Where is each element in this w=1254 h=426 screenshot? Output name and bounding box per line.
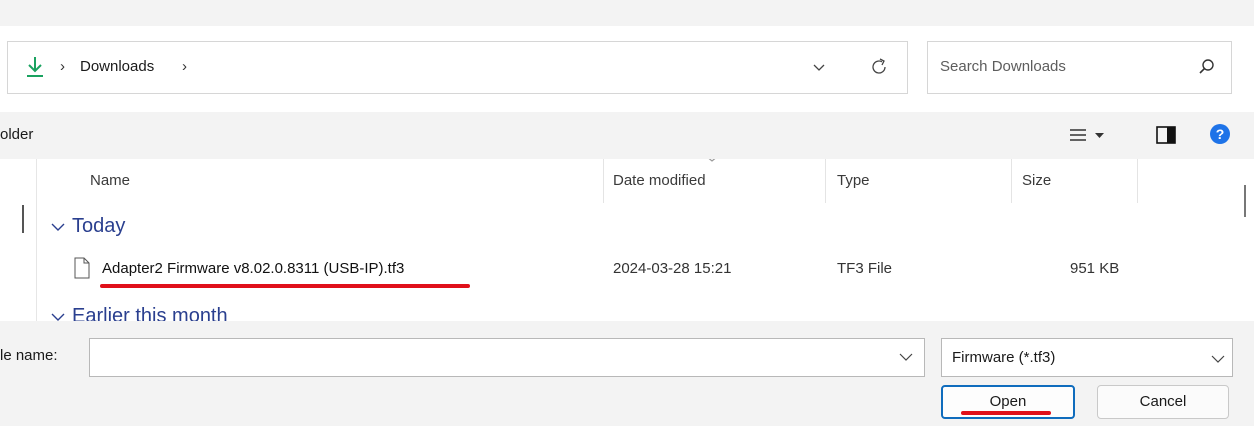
group-header-earlier-this-month[interactable]: Earlier this month: [50, 305, 228, 321]
group-label: Today: [72, 215, 126, 237]
search-placeholder[interactable]: Search Downloads: [940, 58, 1066, 75]
file-row[interactable]: Adapter2 Firmware v8.02.0.8311 (USB-IP).…: [40, 253, 1190, 289]
chevron-right-icon: ›: [60, 58, 65, 75]
cancel-button-label: Cancel: [1139, 393, 1187, 410]
nav-pane-scroll-thumb[interactable]: [22, 205, 24, 233]
group-label: Earlier this month: [72, 305, 228, 321]
dialog-bottom-panel: le name: Firmware (*.tf3) Open Cancel: [0, 321, 1254, 426]
file-name-combobox[interactable]: [89, 338, 925, 377]
file-date-modified: 2024-03-28 15:21: [613, 260, 732, 277]
chevron-down-icon[interactable]: [898, 351, 914, 363]
new-folder-button[interactable]: older: [0, 126, 33, 143]
command-bar: older ?: [0, 112, 1254, 159]
column-header-name[interactable]: Name: [40, 159, 604, 203]
open-button[interactable]: Open: [941, 385, 1075, 419]
column-name-label: Name: [90, 172, 131, 189]
file-type: TF3 File: [837, 260, 893, 277]
svg-text:?: ?: [1216, 126, 1225, 142]
column-date-label: Date modified: [613, 172, 706, 189]
file-type-filter-select[interactable]: Firmware (*.tf3): [941, 338, 1233, 377]
file-name-label: le name:: [0, 347, 58, 364]
preview-pane-icon[interactable]: [1155, 124, 1177, 146]
column-type-label: Type: [837, 172, 870, 189]
chevron-down-icon[interactable]: [808, 54, 830, 80]
window-top-strip: [0, 0, 1254, 26]
file-name-input[interactable]: [90, 339, 886, 375]
column-header-type[interactable]: Type: [826, 159, 1012, 203]
view-menu-icon[interactable]: [1068, 124, 1108, 146]
file-list: Name Date modified Type Size Today Adapt…: [0, 159, 1254, 321]
vertical-scrollbar-thumb[interactable]: [1244, 185, 1246, 217]
search-box[interactable]: Search Downloads: [927, 41, 1232, 94]
annotation-underline: [961, 411, 1051, 415]
address-bar[interactable]: › Downloads ›: [7, 41, 908, 94]
navigation-pane-edge: [0, 159, 37, 321]
column-header-date-modified[interactable]: Date modified: [604, 159, 826, 203]
cancel-button[interactable]: Cancel: [1097, 385, 1229, 419]
search-icon[interactable]: [1196, 56, 1218, 78]
column-size-label: Size: [1022, 172, 1052, 189]
annotation-underline: [100, 284, 470, 288]
chevron-down-icon[interactable]: [1210, 353, 1226, 365]
chevron-down-icon[interactable]: [50, 221, 66, 233]
group-header-today[interactable]: Today: [50, 215, 125, 238]
open-button-label: Open: [989, 393, 1027, 410]
help-icon[interactable]: ?: [1209, 123, 1231, 145]
file-icon: [74, 257, 90, 279]
file-size: 951 KB: [1070, 260, 1120, 277]
sort-chevron-icon: [708, 159, 716, 162]
file-name[interactable]: Adapter2 Firmware v8.02.0.8311 (USB-IP).…: [102, 260, 404, 277]
breadcrumb-downloads[interactable]: Downloads: [80, 58, 154, 75]
file-type-filter-value: Firmware (*.tf3): [952, 349, 1056, 366]
chevron-down-icon[interactable]: [50, 311, 66, 321]
chevron-right-icon[interactable]: ›: [182, 58, 187, 75]
column-header-size[interactable]: Size: [1012, 159, 1138, 203]
refresh-icon[interactable]: [868, 54, 890, 80]
download-icon[interactable]: [24, 54, 46, 80]
